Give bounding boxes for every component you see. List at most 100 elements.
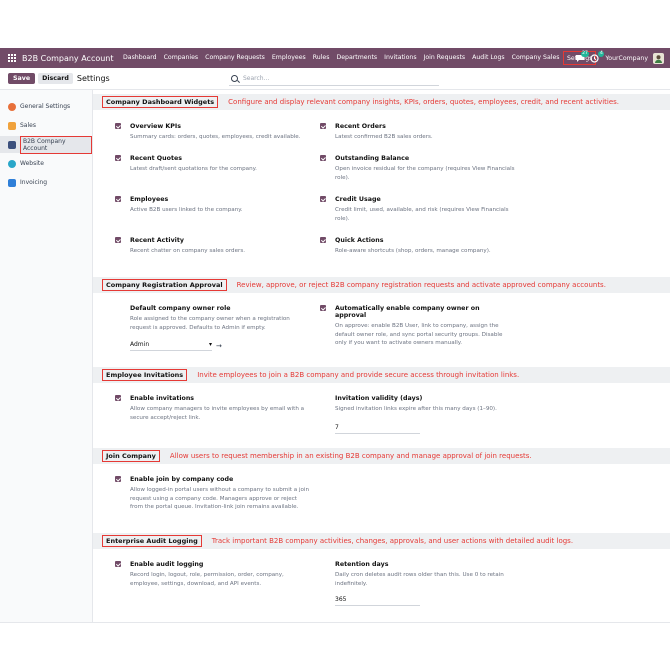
nav-company-sales[interactable]: Company Sales (508, 51, 563, 65)
setting-recent-quotes: Recent Quotes Latest draft/sent quotatio… (115, 155, 315, 174)
section-title: Enterprise Audit Logging (102, 535, 202, 547)
section-dashboard-header: Company Dashboard Widgets Configure and … (93, 94, 670, 110)
setting-title: Quick Actions (335, 237, 384, 244)
setting-title: Credit Usage (335, 196, 381, 203)
setting-description: Role assigned to the company owner when … (130, 316, 290, 331)
recent-quotes-checkbox[interactable] (115, 155, 121, 161)
b2b-company-icon (8, 140, 16, 149)
setting-retention-days: Retention days Daily cron deletes audit … (335, 561, 515, 606)
setting-enable-invitations: Enable invitations Allow company manager… (115, 395, 310, 422)
section-title: Join Company (102, 450, 160, 462)
sidebar-item-sales[interactable]: Sales (0, 117, 92, 134)
sidebar-item-website[interactable]: Website (0, 155, 92, 172)
chat-count: 27 (580, 50, 590, 57)
user-avatar[interactable] (653, 52, 664, 64)
sidebar-item-label: B2B Company Account (20, 135, 92, 154)
setting-employees: Employees Active B2B users linked to the… (115, 196, 315, 215)
section-annotation: Allow users to request membership in an … (169, 452, 532, 460)
outstanding-balance-checkbox[interactable] (320, 155, 326, 161)
discard-button[interactable]: Discard (38, 73, 73, 84)
website-icon (8, 159, 16, 168)
employees-checkbox[interactable] (115, 196, 121, 202)
apps-menu-icon[interactable] (8, 54, 16, 62)
save-button[interactable]: Save (8, 73, 36, 84)
join-by-code-checkbox[interactable] (115, 476, 121, 482)
page-bottom-border (0, 622, 670, 623)
recent-orders-checkbox[interactable] (320, 123, 326, 129)
setting-title: Recent Orders (335, 123, 386, 130)
settings-content: Company Dashboard Widgets Configure and … (93, 90, 670, 622)
quick-actions-checkbox[interactable] (320, 237, 326, 243)
section-annotation: Configure and display relevant company i… (228, 98, 620, 106)
section-registration-header: Company Registration Approval Review, ap… (93, 277, 670, 293)
setting-invitation-validity: Invitation validity (days) Signed invita… (335, 395, 515, 434)
nav-companies[interactable]: Companies (160, 51, 202, 65)
general-settings-icon (8, 102, 16, 111)
setting-auto-enable-owner: Automatically enable company owner on ap… (320, 305, 510, 348)
setting-overview-kpis: Overview KPIs Summary cards: orders, quo… (115, 123, 315, 142)
setting-join-by-code: Enable join by company code Allow logged… (115, 476, 310, 512)
auto-enable-owner-checkbox[interactable] (320, 305, 326, 311)
sales-icon (8, 121, 16, 130)
setting-description: On approve: enable B2B User, link to com… (335, 323, 503, 346)
section-annotation: Track important B2B company activities, … (211, 537, 574, 545)
setting-description: Recent chatter on company sales orders. (130, 248, 246, 254)
setting-title: Enable audit logging (130, 561, 204, 568)
retention-days-input[interactable]: 365 (335, 596, 420, 606)
setting-title: Enable join by company code (130, 476, 234, 483)
enable-invitations-checkbox[interactable] (115, 395, 121, 401)
settings-search[interactable]: Search... (229, 72, 439, 86)
nav-company-requests[interactable]: Company Requests (202, 51, 269, 65)
company-switcher[interactable]: YourCompany (605, 55, 648, 62)
sidebar-item-label: Website (20, 160, 44, 167)
nav-dashboard[interactable]: Dashboard (120, 51, 161, 65)
main-nav: Dashboard Companies Company Requests Emp… (120, 51, 597, 65)
setting-description: Latest draft/sent quotations for the com… (130, 166, 257, 172)
section-annotation: Invite employees to join a B2B company a… (197, 371, 520, 379)
setting-credit-usage: Credit Usage Credit limit, used, availab… (320, 196, 520, 223)
activity-count: 4 (598, 50, 605, 57)
section-annotation: Review, approve, or reject B2B company r… (236, 281, 606, 289)
setting-title: Overview KPIs (130, 123, 181, 130)
setting-title: Automatically enable company owner on ap… (335, 305, 480, 319)
enable-audit-logging-checkbox[interactable] (115, 561, 121, 567)
setting-title: Invitation validity (days) (335, 395, 423, 402)
setting-outstanding-balance: Outstanding Balance Open invoice residua… (320, 155, 520, 182)
nav-departments[interactable]: Departments (333, 51, 381, 65)
nav-join-requests[interactable]: Join Requests (420, 51, 469, 65)
setting-recent-activity: Recent Activity Recent chatter on compan… (115, 237, 315, 256)
nav-employees[interactable]: Employees (268, 51, 309, 65)
setting-title: Retention days (335, 561, 389, 568)
sidebar-item-general-settings[interactable]: General Settings (0, 98, 92, 115)
setting-enable-audit-logging: Enable audit logging Record login, logou… (115, 561, 310, 588)
setting-description: Role-aware shortcuts (shop, orders, mana… (335, 248, 491, 254)
invitation-validity-value: 7 (335, 423, 339, 431)
credit-usage-checkbox[interactable] (320, 196, 326, 202)
invitation-validity-input[interactable]: 7 (335, 424, 420, 434)
internal-link-arrow-icon[interactable]: → (216, 342, 222, 350)
setting-recent-orders: Recent Orders Latest confirmed B2B sales… (320, 123, 520, 142)
breadcrumb-title: Settings (76, 74, 110, 83)
recent-activity-checkbox[interactable] (115, 237, 121, 243)
setting-title: Employees (130, 196, 169, 203)
sidebar-item-invoicing[interactable]: Invoicing (0, 174, 92, 191)
activity-clock-icon[interactable]: 4 (590, 50, 605, 63)
top-navbar: B2B Company Account Dashboard Companies … (0, 48, 670, 68)
section-invitations-header: Employee Invitations Invite employees to… (93, 367, 670, 383)
nav-invitations[interactable]: Invitations (381, 51, 420, 65)
nav-rules[interactable]: Rules (309, 51, 333, 65)
chat-icon[interactable]: 27 (575, 50, 590, 63)
caret-down-icon: ▾ (208, 341, 212, 348)
sidebar-item-label: Sales (20, 122, 36, 129)
setting-title: Enable invitations (130, 395, 195, 402)
sidebar-item-b2b-company-account[interactable]: B2B Company Account (0, 135, 92, 154)
control-panel: Save Discard Settings Search... (0, 68, 670, 90)
setting-description: Latest confirmed B2B sales orders. (335, 134, 433, 140)
search-input[interactable]: Search... (243, 75, 269, 82)
overview-kpis-checkbox[interactable] (115, 123, 121, 129)
section-audit-header: Enterprise Audit Logging Track important… (93, 533, 670, 549)
owner-role-select[interactable]: Admin ▾ (130, 341, 212, 351)
app-brand[interactable]: B2B Company Account (22, 54, 114, 63)
nav-audit-logs[interactable]: Audit Logs (469, 51, 508, 65)
setting-description: Signed invitation links expire after thi… (335, 406, 497, 412)
